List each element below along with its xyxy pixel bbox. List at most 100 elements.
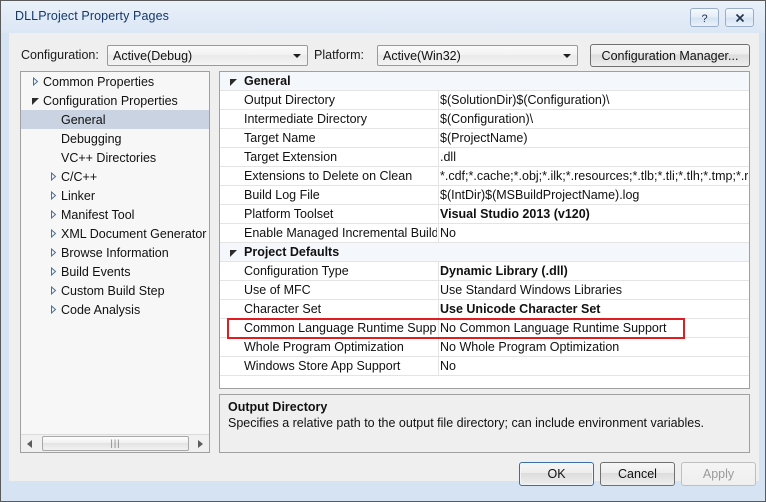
grid-row[interactable]: Target Name $(ProjectName) xyxy=(220,129,749,148)
chevron-down-icon[interactable] xyxy=(227,243,239,262)
chevron-right-icon[interactable] xyxy=(45,167,61,186)
grid-row[interactable]: Platform Toolset Visual Studio 2013 (v120… xyxy=(220,205,749,224)
title-bar: DLLProject Property Pages ? xyxy=(1,1,765,33)
grid-column-divider[interactable] xyxy=(438,300,439,319)
tree-item-label: Build Events xyxy=(61,264,131,279)
grid-column-divider[interactable] xyxy=(438,129,439,148)
grid-column-divider[interactable] xyxy=(438,319,439,338)
grid-property-value[interactable]: No xyxy=(440,226,748,240)
chevron-right-icon xyxy=(50,305,56,314)
tree-item-vc-directories[interactable]: VC++ Directories xyxy=(21,148,209,167)
grid-property-value[interactable]: $(ProjectName) xyxy=(440,131,748,145)
tree-item-label: Code Analysis xyxy=(61,302,141,317)
tree-item-linker[interactable]: Linker xyxy=(21,186,209,205)
tree-item-custom-build-step[interactable]: Custom Build Step xyxy=(21,281,209,300)
grid-property-value[interactable]: No Common Language Runtime Support xyxy=(440,321,748,335)
chevron-down-icon[interactable] xyxy=(27,91,43,110)
grid-property-value[interactable]: Visual Studio 2013 (v120) xyxy=(440,207,748,221)
grid-column-divider[interactable] xyxy=(438,167,439,186)
grid-row[interactable]: Extensions to Delete on Clean *.cdf;*.cac… xyxy=(220,167,749,186)
chevron-down-icon[interactable] xyxy=(227,72,239,91)
grid-property-value[interactable]: No Whole Program Optimization xyxy=(440,340,748,354)
configuration-combobox[interactable]: Active(Debug) xyxy=(107,45,308,66)
platform-combobox[interactable]: Active(Win32) xyxy=(377,45,578,66)
grid-row[interactable]: Intermediate Directory $(Configuration)\ xyxy=(220,110,749,129)
configuration-combobox-value: Active(Debug) xyxy=(113,49,193,63)
grid-row[interactable]: Build Log File $(IntDir)$(MSBuildProjectN… xyxy=(220,186,749,205)
grid-row[interactable]: Windows Store App Support No xyxy=(220,357,749,376)
scrollbar-grip-icon: ||| xyxy=(110,438,121,448)
scroll-left-icon[interactable] xyxy=(21,435,38,452)
tree-item-browse-information[interactable]: Browse Information xyxy=(21,243,209,262)
scrollbar-thumb[interactable]: ||| xyxy=(42,436,189,451)
chevron-right-icon[interactable] xyxy=(45,300,61,319)
chevron-right-icon[interactable] xyxy=(45,281,61,300)
grid-property-value[interactable]: No xyxy=(440,359,748,373)
tree-item-configuration-properties[interactable]: Configuration Properties xyxy=(21,91,209,110)
grid-row[interactable]: Enable Managed Incremental Build No xyxy=(220,224,749,243)
grid-column-divider[interactable] xyxy=(438,281,439,300)
property-grid[interactable]: General Output Directory $(SolutionDir)$(C… xyxy=(219,71,750,389)
tree-item-label: Linker xyxy=(61,188,96,203)
help-button[interactable]: ? xyxy=(690,8,719,27)
grid-row[interactable]: Output Directory $(SolutionDir)$(Configur… xyxy=(220,91,749,110)
grid-property-value[interactable]: Use Unicode Character Set xyxy=(440,302,748,316)
configuration-manager-button[interactable]: Configuration Manager... xyxy=(590,44,750,67)
tree-item-c-c[interactable]: C/C++ xyxy=(21,167,209,186)
grid-row[interactable]: Whole Program Optimization No Whole Progr… xyxy=(220,338,749,357)
grid-property-value[interactable]: $(Configuration)\ xyxy=(440,112,748,126)
tree-item-label: Debugging xyxy=(61,131,122,146)
grid-column-divider[interactable] xyxy=(438,338,439,357)
tree-item-code-analysis[interactable]: Code Analysis xyxy=(21,300,209,319)
grid-column-divider[interactable] xyxy=(438,224,439,243)
tree-twisty-placeholder xyxy=(45,129,61,148)
grid-row[interactable]: Configuration Type Dynamic Library (.dll) xyxy=(220,262,749,281)
grid-property-value[interactable]: Dynamic Library (.dll) xyxy=(440,264,748,278)
grid-property-value[interactable]: $(SolutionDir)$(Configuration)\ xyxy=(440,93,748,107)
grid-category-project-defaults[interactable]: Project Defaults xyxy=(220,243,749,262)
grid-column-divider[interactable] xyxy=(438,110,439,129)
grid-column-divider[interactable] xyxy=(438,205,439,224)
tree-item-label: General xyxy=(61,112,106,127)
grid-category-general[interactable]: General xyxy=(220,72,749,91)
grid-row[interactable]: Target Extension .dll xyxy=(220,148,749,167)
grid-property-value[interactable]: *.cdf;*.cache;*.obj;*.ilk;*.resources;*.… xyxy=(440,169,748,183)
tree-item-label: XML Document Generator xyxy=(61,226,207,241)
close-button[interactable] xyxy=(725,8,754,27)
tree-item-label: Configuration Properties xyxy=(43,93,178,108)
chevron-down-icon xyxy=(563,54,571,58)
tree-item-common-properties[interactable]: Common Properties xyxy=(21,72,209,91)
chevron-right-icon[interactable] xyxy=(27,72,43,91)
chevron-right-icon[interactable] xyxy=(45,186,61,205)
tree-item-debugging[interactable]: Debugging xyxy=(21,129,209,148)
tree-item-label: Common Properties xyxy=(43,74,155,89)
cancel-button[interactable]: Cancel xyxy=(600,462,675,486)
grid-property-name: Build Log File xyxy=(244,188,320,202)
grid-column-divider[interactable] xyxy=(438,262,439,281)
property-pages-dialog: DLLProject Property Pages ? Configuratio… xyxy=(0,0,766,502)
grid-column-divider[interactable] xyxy=(438,357,439,376)
scroll-right-icon[interactable] xyxy=(192,435,209,452)
tree-item-xml-document-generator[interactable]: XML Document Generator xyxy=(21,224,209,243)
grid-property-value[interactable]: .dll xyxy=(440,150,748,164)
grid-property-value[interactable]: Use Standard Windows Libraries xyxy=(440,283,748,297)
grid-property-value[interactable]: $(IntDir)$(MSBuildProjectName).log xyxy=(440,188,748,202)
chevron-right-icon[interactable] xyxy=(45,262,61,281)
grid-row[interactable]: Character Set Use Unicode Character Set xyxy=(220,300,749,319)
grid-column-divider[interactable] xyxy=(438,148,439,167)
properties-tree[interactable]: Common Properties Configuration Propertie… xyxy=(21,72,209,433)
chevron-right-icon[interactable] xyxy=(45,205,61,224)
grid-row[interactable]: Common Language Runtime Support No Common… xyxy=(220,319,749,338)
tree-item-general[interactable]: General xyxy=(21,110,209,129)
chevron-right-icon[interactable] xyxy=(45,243,61,262)
ok-button[interactable]: OK xyxy=(519,462,594,486)
chevron-right-icon[interactable] xyxy=(45,224,61,243)
description-pane: Output Directory Specifies a relative pa… xyxy=(219,394,750,453)
tree-horizontal-scrollbar[interactable]: ||| xyxy=(21,434,209,452)
grid-column-divider[interactable] xyxy=(438,91,439,110)
grid-row[interactable]: Use of MFC Use Standard Windows Libraries xyxy=(220,281,749,300)
tree-item-manifest-tool[interactable]: Manifest Tool xyxy=(21,205,209,224)
tree-item-build-events[interactable]: Build Events xyxy=(21,262,209,281)
chevron-right-icon xyxy=(50,248,56,257)
grid-column-divider[interactable] xyxy=(438,186,439,205)
